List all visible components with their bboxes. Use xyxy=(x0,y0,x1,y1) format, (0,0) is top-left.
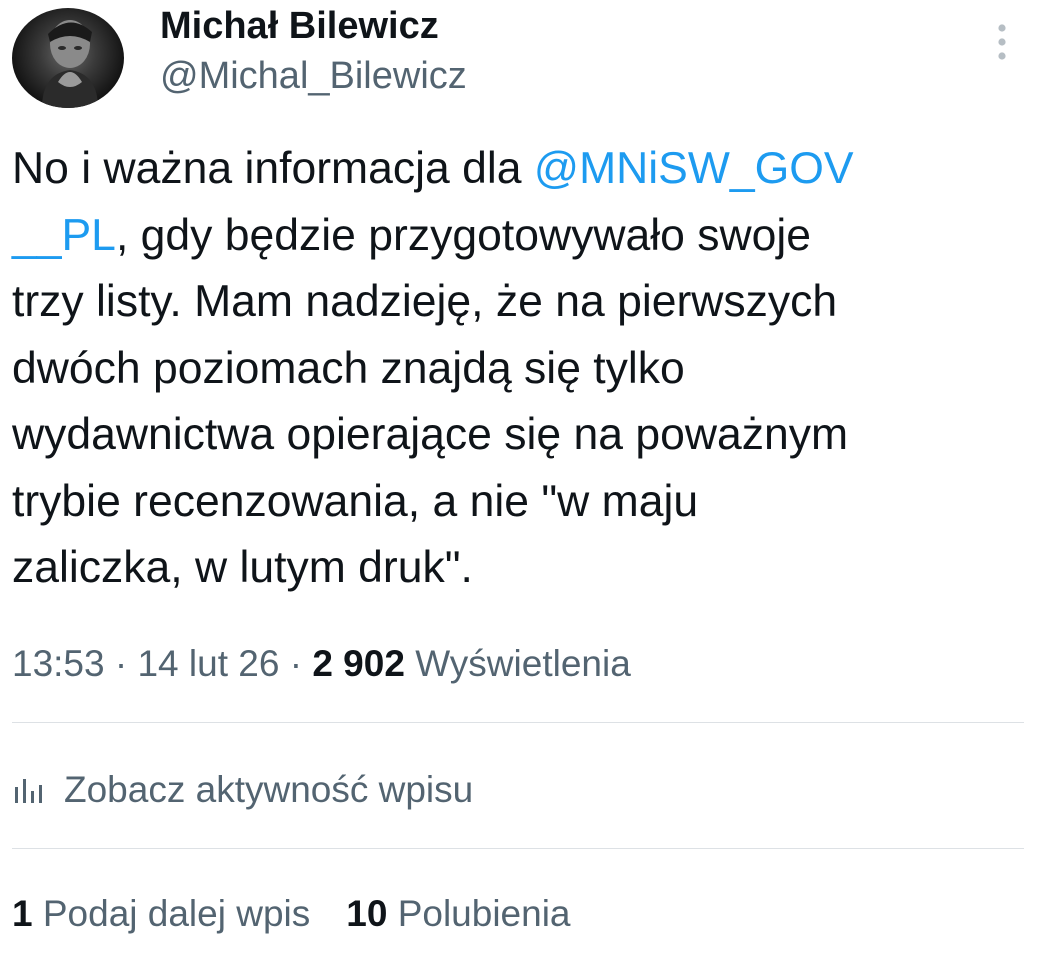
reposts-count: 1 xyxy=(12,893,33,934)
avatar[interactable] xyxy=(12,8,124,108)
author-handle[interactable]: @Michal_Bilewicz xyxy=(160,54,467,98)
tweet-text-part: No i ważna informacja dla xyxy=(12,144,534,193)
meta-separator: · xyxy=(289,643,303,684)
tweet-text-part: , gdy będzie przygotowywało swoje trzy l… xyxy=(12,210,849,593)
author-name[interactable]: Michał Bilewicz xyxy=(160,4,439,48)
views-label: Wyświetlenia xyxy=(415,643,631,684)
analytics-icon xyxy=(12,773,46,807)
engagement-stats: 1 Podaj dalej wpis 10 Polubienia xyxy=(12,888,571,940)
tweet-time[interactable]: 13:53 xyxy=(12,643,105,684)
likes-stat[interactable]: 10 Polubienia xyxy=(346,893,570,934)
reposts-label: Podaj dalej wpis xyxy=(42,893,311,934)
tweet-meta: 13:53 · 14 lut 26 · 2 902 Wyświetlenia xyxy=(12,640,631,688)
likes-count: 10 xyxy=(346,893,388,934)
divider xyxy=(12,848,1024,849)
tweet-date[interactable]: 14 lut 26 xyxy=(137,643,279,684)
views-count: 2 902 xyxy=(312,643,405,684)
divider xyxy=(12,722,1024,723)
tweet-detail: Michał Bilewicz @Michal_Bilewicz No i wa… xyxy=(0,0,1058,954)
likes-label: Polubienia xyxy=(397,893,571,934)
more-options-icon[interactable] xyxy=(990,22,1014,62)
activity-label: Zobacz aktywność wpisu xyxy=(64,769,474,810)
tweet-text: No i ważna informacja dla @MNiSW_GOV __P… xyxy=(12,136,1042,602)
avatar-photo xyxy=(42,20,98,108)
meta-separator: · xyxy=(114,643,128,684)
reposts-stat[interactable]: 1 Podaj dalej wpis xyxy=(12,893,310,934)
view-post-activity-link[interactable]: Zobacz aktywność wpisu xyxy=(12,764,473,816)
